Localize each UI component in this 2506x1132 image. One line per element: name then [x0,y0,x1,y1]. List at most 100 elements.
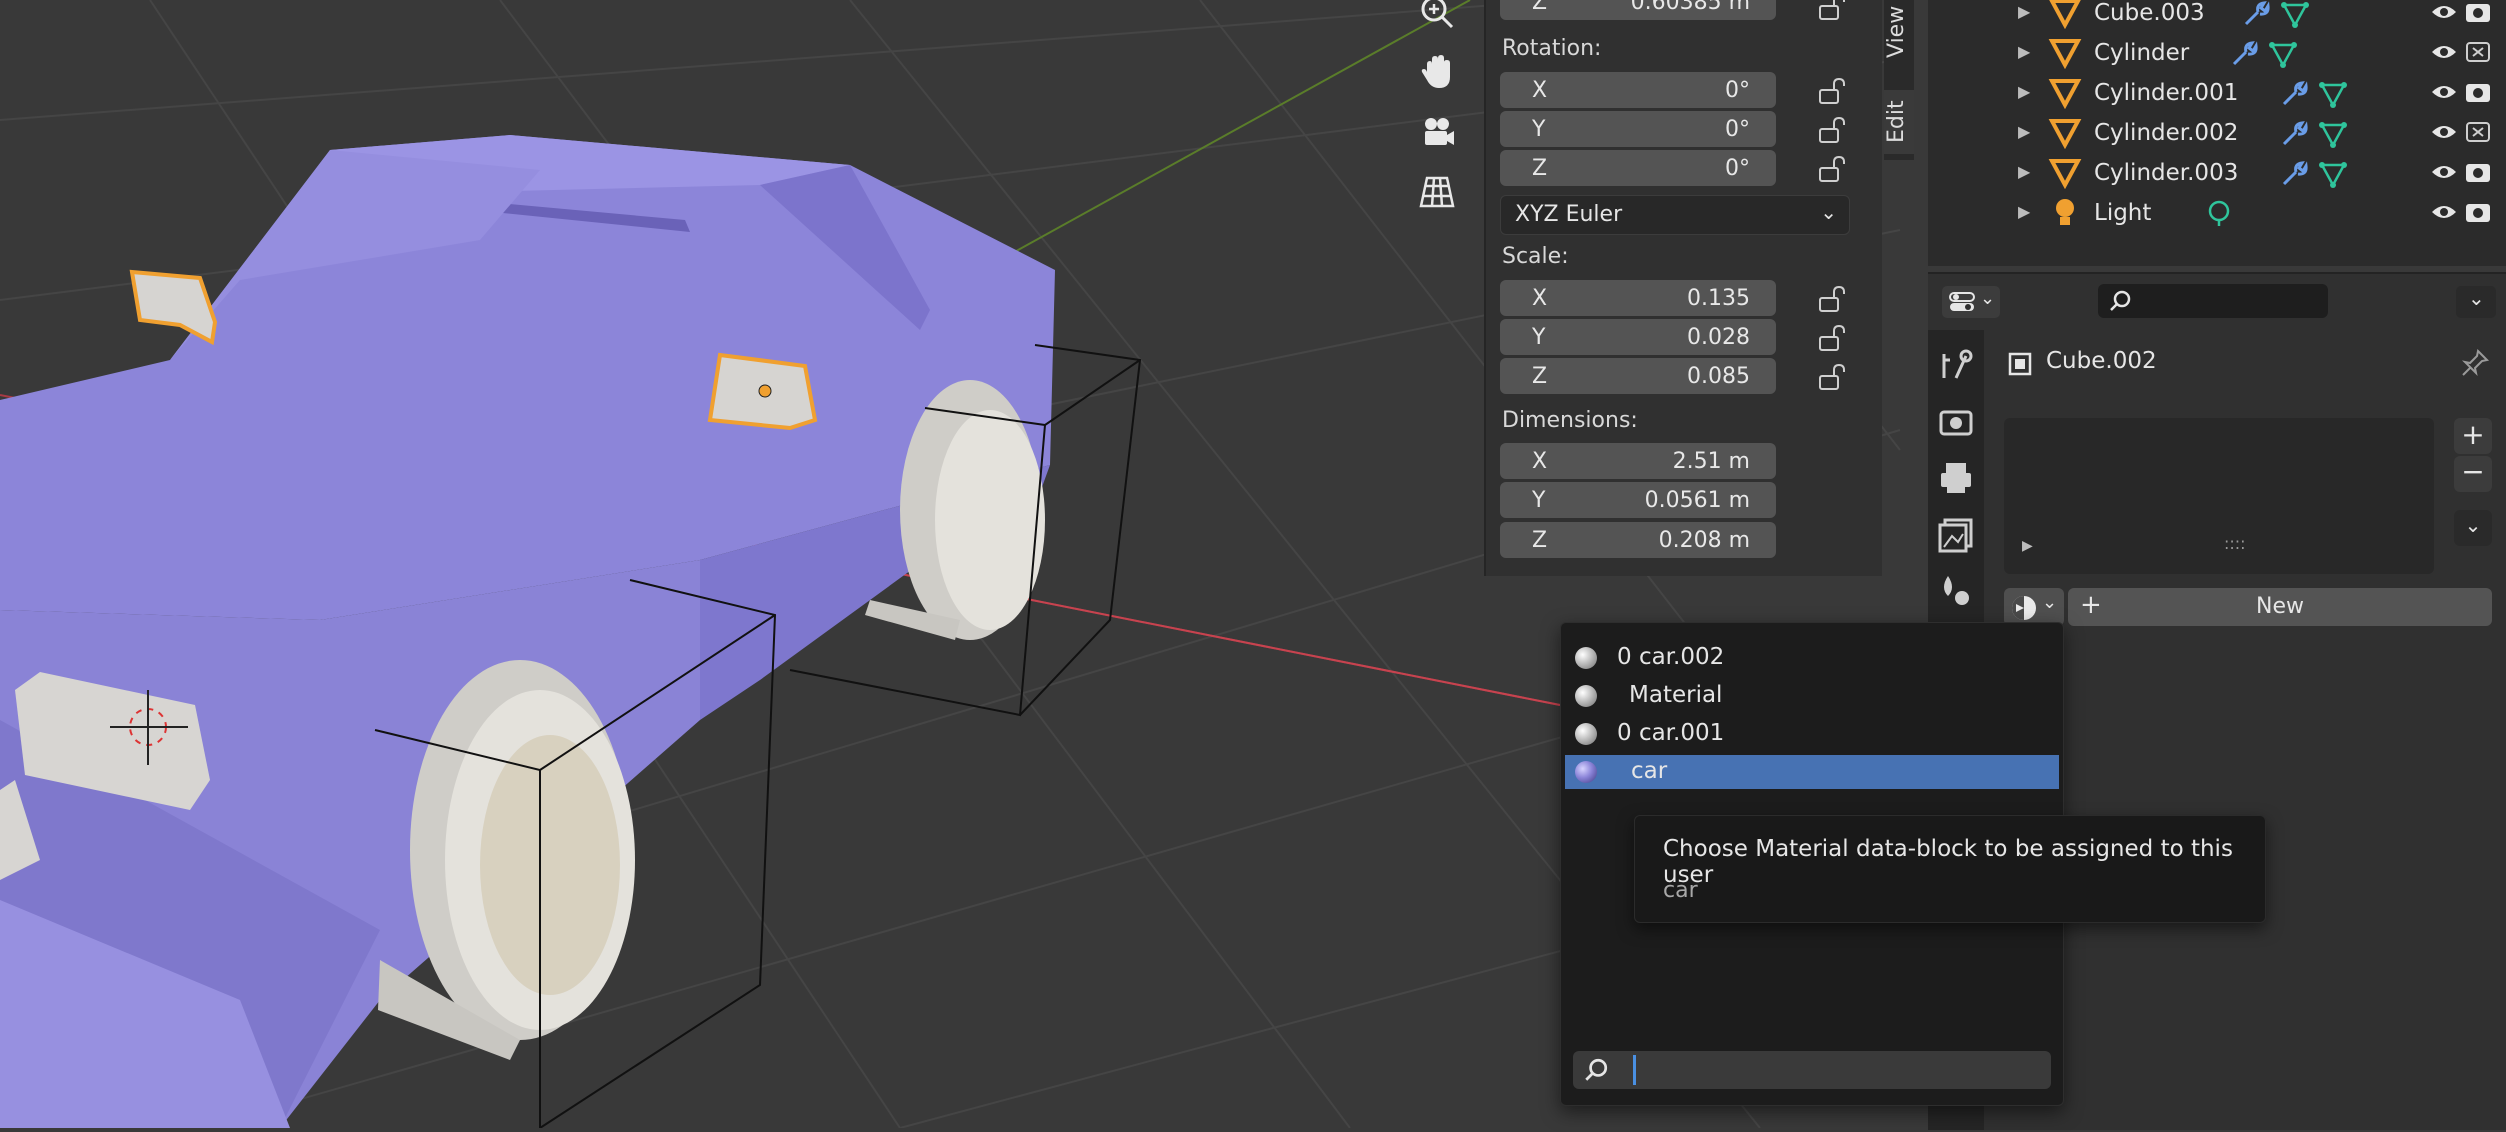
material-item[interactable]: Material [1565,679,2059,713]
field-value: 0.085 [1687,364,1750,389]
material-item-selected[interactable]: car [1565,755,2059,789]
axis-label: X [1532,286,1548,311]
scene-icon[interactable] [1936,570,1976,610]
field-value: 0° [1725,156,1750,181]
material-item[interactable]: 0 car.002 [1565,641,2059,675]
expand-arrow-icon[interactable]: ▶ [2018,42,2030,61]
pan-hand-icon[interactable] [1408,48,1466,96]
scale-y-field[interactable]: Y 0.028 [1500,319,1776,355]
render-disabled-icon[interactable] [2464,120,2492,144]
outliner-row-light[interactable]: ▶ Light [1928,194,2506,232]
material-item-label: 0 car.001 [1617,720,1725,746]
outliner-row-cylinder[interactable]: ▶ Cylinder [1928,34,2506,72]
visibility-eye-icon[interactable] [2430,160,2458,184]
options-dropdown-button[interactable]: ⌄ [2456,286,2496,318]
add-slot-button[interactable]: + [2454,418,2492,454]
mesh-data-icon[interactable] [2318,159,2348,189]
mesh-data-icon[interactable] [2318,119,2348,149]
mesh-data-icon[interactable] [2318,79,2348,109]
lock-icon[interactable] [1816,323,1848,353]
editor-type-button[interactable]: ⌄ [1942,286,2000,318]
rotation-x-field[interactable]: X 0° [1500,72,1776,108]
new-material-button[interactable]: + New [2068,588,2492,626]
expand-arrow-icon[interactable]: ▶ [2018,2,2030,21]
expand-arrow-icon[interactable]: ▶ [2022,538,2033,554]
visibility-eye-icon[interactable] [2430,40,2458,64]
material-search-input[interactable] [1573,1051,2051,1089]
render-camera-icon[interactable] [2464,80,2492,104]
slot-specials-button[interactable]: ⌄ [2454,510,2492,546]
search-icon [2110,290,2131,311]
output-settings-icon[interactable] [1936,458,1976,498]
mesh-object-icon [2048,39,2082,69]
properties-editor-icon [1949,292,1975,311]
perspective-grid-icon[interactable] [1408,168,1466,216]
axis-label: X [1532,449,1548,474]
expand-arrow-icon[interactable]: ▶ [2018,122,2030,141]
rotation-y-field[interactable]: Y 0° [1500,111,1776,147]
visibility-eye-icon[interactable] [2430,0,2458,24]
light-data-icon[interactable] [2204,198,2234,228]
modifier-wrench-icon[interactable] [2278,80,2308,108]
rotation-z-field[interactable]: Z 0° [1500,150,1776,186]
mesh-object-icon [2049,0,2081,29]
lock-icon[interactable] [1816,284,1848,314]
lock-icon[interactable] [1816,0,1848,22]
render-camera-icon[interactable] [2464,200,2492,224]
properties-search-input[interactable] [2098,284,2328,318]
camera-view-icon[interactable] [1408,108,1466,156]
browse-material-button[interactable]: ⌄ [2004,588,2064,626]
axis-label: Y [1532,117,1546,142]
scale-z-field[interactable]: Z 0.085 [1500,358,1776,394]
visibility-eye-icon[interactable] [2430,200,2458,224]
view-layer-icon[interactable] [1936,514,1976,554]
field-value: 0.208 m [1658,528,1750,553]
expand-arrow-icon[interactable]: ▶ [2018,162,2030,181]
outliner-row-cube-003[interactable]: ▶ Cube.003 [1928,0,2506,32]
material-preview-icon [1575,685,1597,707]
pin-icon[interactable] [2460,348,2490,378]
remove-slot-button[interactable]: − [2454,456,2492,492]
lock-icon[interactable] [1816,362,1848,392]
render-camera-icon[interactable] [2464,160,2492,184]
tab-view[interactable]: View [1884,0,1914,64]
lock-icon[interactable] [1816,115,1848,145]
material-slot-list[interactable]: ▶ :::: [2004,418,2434,574]
lock-icon[interactable] [1816,154,1848,184]
render-disabled-icon[interactable] [2464,40,2492,64]
object-data-icon [2008,352,2032,376]
list-resize-grip[interactable]: :::: [2224,534,2246,553]
lock-icon[interactable] [1816,76,1848,106]
tooltip: Choose Material data-block to be assigne… [1634,815,2266,923]
chevron-down-icon: ⌄ [2468,286,2485,310]
tab-edit[interactable]: Edit [1884,90,1914,154]
outliner-row-cylinder-003[interactable]: ▶ Cylinder.003 [1928,154,2506,192]
outliner-row-cylinder-002[interactable]: ▶ Cylinder.002 [1928,114,2506,152]
scale-x-field[interactable]: X 0.135 [1500,280,1776,316]
material-item[interactable]: 0 car.001 [1565,717,2059,751]
mesh-data-icon[interactable] [2268,39,2298,69]
modifier-wrench-icon[interactable] [2228,40,2258,68]
outliner: ▶ Cube.003 ▶ Cylinder ▶ Cylinder.001 ▶ C… [1928,0,2506,266]
location-z-field[interactable]: Z 0.60385 m [1500,0,1776,20]
light-bulb-icon [2056,199,2074,225]
modifier-wrench-icon[interactable] [2278,160,2308,188]
rotation-mode-dropdown[interactable]: XYZ Euler ⌄ [1500,195,1850,235]
mesh-data-icon[interactable] [2280,0,2310,29]
axis-label: X [1532,78,1548,103]
expand-arrow-icon[interactable]: ▶ [2018,82,2030,101]
outliner-row-cylinder-001[interactable]: ▶ Cylinder.001 [1928,74,2506,112]
tool-settings-icon[interactable] [1936,346,1976,386]
modifier-wrench-icon[interactable] [2278,120,2308,148]
dimensions-y-field[interactable]: Y 0.0561 m [1500,482,1776,518]
dimensions-z-field[interactable]: Z 0.208 m [1500,522,1776,558]
modifier-wrench-icon[interactable] [2240,0,2270,28]
visibility-eye-icon[interactable] [2430,80,2458,104]
render-settings-icon[interactable] [1936,402,1976,442]
render-camera-icon[interactable] [2464,0,2492,24]
visibility-eye-icon[interactable] [2430,120,2458,144]
expand-arrow-icon[interactable]: ▶ [2018,202,2030,221]
object-name: Light [2094,200,2152,226]
new-button-label: New [2256,594,2304,619]
dimensions-x-field[interactable]: X 2.51 m [1500,443,1776,479]
